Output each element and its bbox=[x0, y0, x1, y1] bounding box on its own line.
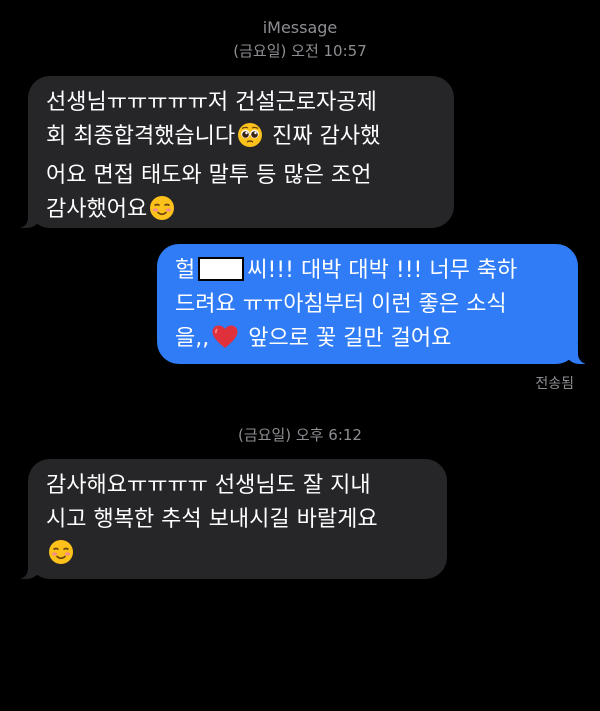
timestamp: (금요일) 오전 10:57 bbox=[233, 42, 367, 60]
smiling-face-icon bbox=[48, 539, 74, 576]
delivery-status: 전송됨 bbox=[535, 376, 574, 392]
smiling-face-icon bbox=[149, 195, 175, 232]
message-line: 어요 면접 태도와 말투 등 많은 조언 bbox=[46, 163, 372, 188]
message-text: 감사했어요 bbox=[46, 197, 148, 222]
message-line: 드려요 ㅠㅠ아침부터 이런 좋은 소식 bbox=[175, 292, 507, 317]
message-line: 감사했어요 bbox=[46, 193, 438, 232]
incoming-message-bubble[interactable]: 감사해요ㅠㅠㅠㅠ 선생님도 잘 지내 시고 행복한 추석 보내시길 바랄게요 bbox=[11, 459, 447, 579]
message-line: 회 최종합격했습니다 진짜 감사했 bbox=[46, 120, 438, 159]
message-text: 씨!!! 대박 대박 !!! 너무 축하 bbox=[247, 258, 518, 283]
message-line: 시고 행복한 추석 보내시길 바랄게요 bbox=[46, 507, 378, 532]
message-line: 을,, 앞으로 꽃 길만 걸어요 bbox=[175, 322, 562, 361]
incoming-message-bubble[interactable]: 선생님ㅠㅠㅠㅠㅠ저 건설근로자공제 회 최종합격했습니다 진짜 감사했 어요 면… bbox=[11, 76, 454, 228]
bubble-tail bbox=[11, 208, 41, 228]
message-line: 선생님ㅠㅠㅠㅠㅠ저 건설근로자공제 bbox=[46, 90, 377, 115]
message-line: 헐 씨!!! 대박 대박 !!! 너무 축하 bbox=[175, 254, 562, 288]
message-text: 헐 bbox=[175, 258, 196, 283]
message-text: 을,, bbox=[175, 326, 210, 351]
bubble-tail bbox=[11, 559, 41, 579]
message-line: 감사해요ㅠㅠㅠㅠ 선생님도 잘 지내 bbox=[46, 473, 371, 498]
pleading-face-icon bbox=[237, 122, 263, 159]
red-heart-icon bbox=[211, 324, 239, 361]
message-text: 앞으로 꽃 길만 걸어요 bbox=[241, 326, 452, 351]
message-text: 진짜 감사했 bbox=[265, 124, 381, 149]
message-text: 회 최종합격했습니다 bbox=[46, 124, 236, 149]
timestamp: (금요일) 오후 6:12 bbox=[238, 426, 362, 444]
bubble-tail bbox=[565, 344, 595, 364]
redacted-name-box bbox=[198, 257, 245, 281]
service-label: iMessage bbox=[262, 18, 338, 37]
outgoing-message-bubble[interactable]: 헐 씨!!! 대박 대박 !!! 너무 축하 드려요 ㅠㅠ아침부터 이런 좋은 소… bbox=[157, 244, 595, 364]
message-line bbox=[46, 537, 431, 576]
